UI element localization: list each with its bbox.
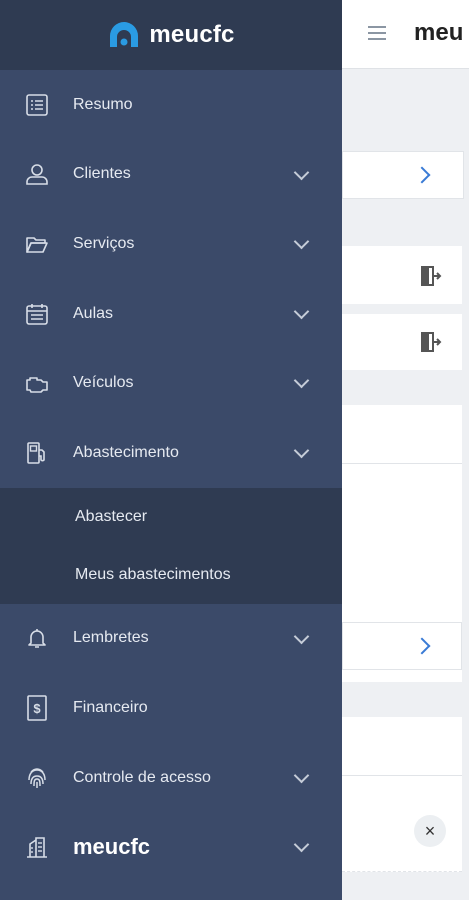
menu-item-resumo[interactable]: Resumo [0, 70, 342, 140]
chevron-down-icon [293, 164, 310, 180]
chevron-right-icon [413, 637, 431, 655]
drawer-header: meucfc [0, 0, 342, 70]
list-icon [24, 92, 50, 118]
submenu-item-meus-abastecimentos[interactable]: Meus abastecimentos [0, 546, 342, 604]
menu-item-label: Lembretes [73, 629, 149, 647]
chevron-down-icon [293, 303, 310, 320]
building-icon [24, 834, 50, 860]
submenu-abastecimento: Abastecer Meus abastecimentos [0, 487, 342, 604]
menu-item-controle-de-acesso[interactable]: Controle de acesso [0, 743, 342, 813]
menu-item-label: Clientes [73, 165, 131, 183]
logo-icon [110, 22, 139, 47]
submenu-item-abastecer[interactable]: Abastecer [0, 488, 342, 546]
card-checkout-2 [342, 314, 462, 370]
brand-name: meucfc [149, 21, 235, 48]
menu-item-meucfc[interactable]: meucfc [0, 812, 342, 882]
menu-item-label: Serviços [73, 234, 135, 252]
card-section-2 [342, 717, 462, 776]
menu-icon[interactable] [368, 26, 386, 40]
menu-item-lembretes[interactable]: Lembretes [0, 604, 342, 674]
bell-icon [24, 625, 50, 651]
chevron-down-icon [293, 373, 310, 389]
navigation-drawer: meucfc Resumo Clientes Serviços Aulas Ve… [0, 0, 342, 900]
receipt-dollar-icon: $ [24, 695, 50, 721]
engine-icon [24, 370, 50, 396]
menu-item-clientes[interactable]: Clientes [0, 140, 342, 210]
chevron-down-icon [293, 767, 310, 784]
card-checkout-1 [342, 246, 462, 304]
fingerprint-icon [24, 765, 50, 791]
user-icon [24, 161, 50, 187]
menu-item-label: Veículos [73, 374, 134, 392]
card-link-2[interactable] [342, 622, 462, 670]
brand-logo[interactable]: meucfc [107, 20, 234, 50]
menu-item-aulas[interactable]: Aulas [0, 279, 342, 349]
chevron-down-icon [293, 628, 310, 644]
menu-item-financeiro[interactable]: $ Financeiro [0, 673, 342, 743]
close-button[interactable]: × [414, 815, 446, 847]
menu-item-label: Aulas [73, 304, 114, 322]
menu-item-abastecimento[interactable]: Abastecimento [0, 418, 342, 488]
menu-item-label: meucfc [73, 834, 151, 860]
chevron-down-icon [293, 442, 310, 459]
chevron-down-icon [293, 837, 310, 853]
app-title: meu [414, 19, 464, 46]
menu-item-label: Controle de acesso [73, 768, 211, 786]
folder-icon [24, 231, 50, 257]
chevron-right-icon [413, 166, 431, 184]
card-link-1[interactable] [342, 151, 464, 199]
exit-door-icon[interactable] [420, 331, 442, 353]
menu-item-veiculos[interactable]: Veículos [0, 348, 342, 418]
menu-item-label: Resumo [73, 95, 133, 113]
calendar-icon [24, 301, 50, 327]
svg-text:$: $ [33, 701, 41, 716]
card-section [342, 405, 462, 464]
menu-item-label: Financeiro [73, 698, 148, 716]
menu-item-label: Abastecimento [73, 443, 179, 461]
fuel-pump-icon [24, 440, 50, 466]
exit-door-icon[interactable] [420, 265, 442, 287]
card-body [342, 464, 462, 682]
chevron-down-icon [293, 233, 310, 250]
menu-item-servicos[interactable]: Serviços [0, 209, 342, 279]
